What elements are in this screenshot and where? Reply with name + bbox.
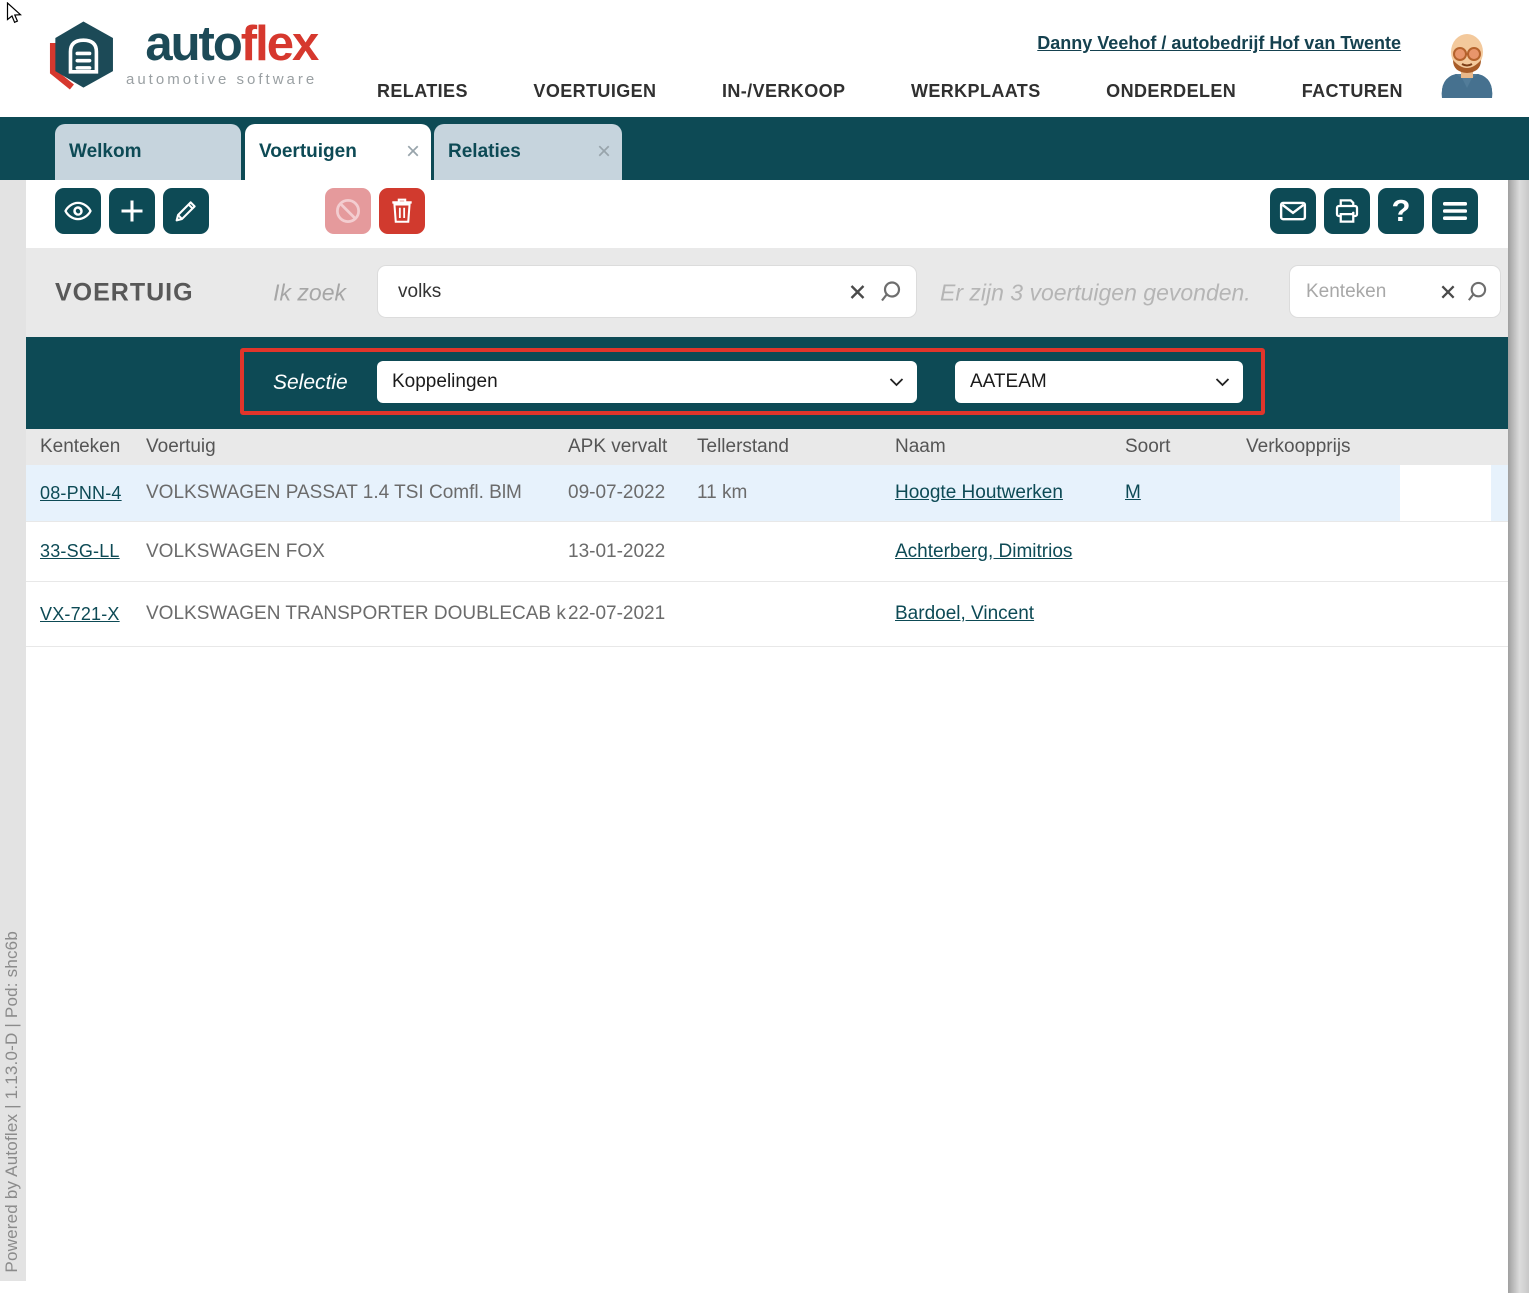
voertuig-cell: VOLKSWAGEN PASSAT 1.4 TSI Comfl. BlM: [146, 465, 576, 521]
selectie-dropdown[interactable]: Koppelingen: [377, 361, 917, 403]
eye-icon: [63, 196, 93, 226]
add-button[interactable]: [109, 188, 155, 234]
help-button[interactable]: ?: [1378, 188, 1424, 234]
user-account-link[interactable]: Danny Veehof / autobedrijf Hof van Twent…: [1037, 33, 1401, 54]
col-kenteken: Kenteken: [40, 429, 120, 465]
toolbar: ?: [0, 180, 1529, 248]
edit-button[interactable]: [163, 188, 209, 234]
clear-icon[interactable]: [849, 283, 866, 300]
nav-relaties[interactable]: RELATIES: [377, 81, 468, 102]
logo-wordmark: autoflex: [145, 20, 317, 69]
tab-bar: Welkom Voertuigen × Relaties ×: [0, 117, 1529, 180]
result-count-text: Er zijn 3 voertuigen gevonden.: [940, 279, 1251, 306]
close-icon[interactable]: ×: [597, 140, 611, 164]
col-verkoopprijs: Verkoopprijs: [1246, 429, 1351, 465]
team-dropdown-value: AATEAM: [970, 371, 1047, 393]
search-label: Ik zoek: [240, 279, 346, 306]
selectie-band: Selectie Koppelingen AATEAM: [0, 337, 1529, 429]
search-icon[interactable]: [878, 280, 902, 304]
kenteken-link[interactable]: 33-SG-LL: [40, 541, 120, 562]
nav-onderdelen[interactable]: ONDERDELEN: [1106, 81, 1236, 102]
autoflex-app: autoflex automotive software RELATIES VO…: [0, 0, 1529, 1293]
close-icon[interactable]: ×: [406, 140, 420, 164]
nav-werkplaats[interactable]: WERKPLAATS: [911, 81, 1041, 102]
col-voertuig: Voertuig: [146, 429, 576, 465]
delete-button[interactable]: [379, 188, 425, 234]
col-naam: Naam: [895, 429, 946, 465]
table-header: Kenteken Voertuig APK vervalt Tellerstan…: [0, 429, 1529, 465]
selectie-dropdown-value: Koppelingen: [392, 371, 498, 393]
clear-icon[interactable]: [1440, 284, 1456, 300]
nav-facturen[interactable]: FACTUREN: [1302, 81, 1403, 102]
print-button[interactable]: [1324, 188, 1370, 234]
block-button[interactable]: [325, 188, 371, 234]
col-tellerstand: Tellerstand: [697, 429, 789, 465]
hamburger-icon: [1441, 199, 1469, 223]
search-input[interactable]: [378, 266, 916, 317]
main-nav: RELATIES VOERTUIGEN IN-/VERKOOP WERKPLAA…: [377, 81, 1403, 102]
selectie-label: Selectie: [273, 371, 348, 395]
col-soort: Soort: [1125, 429, 1170, 465]
autoflex-logo: autoflex automotive software: [46, 20, 317, 92]
plus-icon: [118, 197, 146, 225]
apk-cell: 22-07-2021: [568, 582, 665, 646]
naam-link[interactable]: Bardoel, Vincent: [895, 603, 1034, 625]
vertical-scrollbar[interactable]: [1508, 180, 1529, 1293]
search-icon[interactable]: [1465, 280, 1488, 303]
kenteken-link[interactable]: 08-PNN-4: [40, 483, 122, 504]
app-header: autoflex automotive software RELATIES VO…: [0, 0, 1529, 117]
chevron-down-icon: [1215, 378, 1230, 387]
search-band: VOERTUIG Ik zoek Er zijn 3 voertuigen ge…: [0, 248, 1529, 337]
kenteken-input-box: [1289, 265, 1501, 318]
table-row[interactable]: 08-PNN-4 VOLKSWAGEN PASSAT 1.4 TSI Comfl…: [0, 465, 1529, 522]
email-button[interactable]: [1270, 188, 1316, 234]
pencil-icon: [172, 197, 200, 225]
left-info-strip: Powered by Autoflex | 1.13.0-D | Pod: sh…: [0, 180, 26, 1281]
nav-in-verkoop[interactable]: IN-/VERKOOP: [722, 81, 845, 102]
kenteken-link[interactable]: VX-721-X: [40, 604, 120, 625]
col-apk-vervalt: APK vervalt: [568, 429, 667, 465]
view-button[interactable]: [55, 188, 101, 234]
ban-icon: [333, 196, 363, 226]
voertuig-cell: VOLKSWAGEN FOX: [146, 522, 576, 581]
soort-link[interactable]: M: [1125, 482, 1141, 504]
nav-voertuigen[interactable]: VOERTUIGEN: [533, 81, 656, 102]
table-row[interactable]: 33-SG-LL VOLKSWAGEN FOX 13-01-2022 Achte…: [0, 522, 1529, 582]
printer-icon: [1332, 196, 1362, 226]
section-title: VOERTUIG: [55, 278, 194, 307]
row-empty-cell-highlight: [1400, 465, 1491, 521]
naam-link[interactable]: Achterberg, Dimitrios: [895, 541, 1072, 563]
user-avatar[interactable]: [1432, 26, 1502, 98]
tellerstand-cell: 11 km: [697, 465, 747, 521]
powered-by-text: Powered by Autoflex | 1.13.0-D | Pod: sh…: [2, 931, 22, 1273]
naam-link[interactable]: Hoogte Houtwerken: [895, 482, 1063, 504]
logo-tagline: automotive software: [126, 71, 317, 88]
chevron-down-icon: [889, 378, 904, 387]
team-dropdown[interactable]: AATEAM: [955, 361, 1243, 403]
question-icon: ?: [1392, 193, 1411, 229]
voertuig-cell: VOLKSWAGEN TRANSPORTER DOUBLECAB k: [146, 582, 576, 646]
apk-cell: 09-07-2022: [568, 465, 665, 521]
search-input-box: [377, 265, 917, 318]
apk-cell: 13-01-2022: [568, 522, 665, 581]
table-row[interactable]: VX-721-X VOLKSWAGEN TRANSPORTER DOUBLECA…: [0, 582, 1529, 647]
tab-welkom[interactable]: Welkom: [55, 124, 241, 180]
trash-icon: [389, 197, 415, 225]
menu-button[interactable]: [1432, 188, 1478, 234]
autoflex-logo-icon: [46, 20, 118, 92]
tab-relaties[interactable]: Relaties ×: [434, 124, 622, 180]
envelope-icon: [1278, 196, 1308, 226]
tab-voertuigen[interactable]: Voertuigen ×: [245, 124, 431, 180]
